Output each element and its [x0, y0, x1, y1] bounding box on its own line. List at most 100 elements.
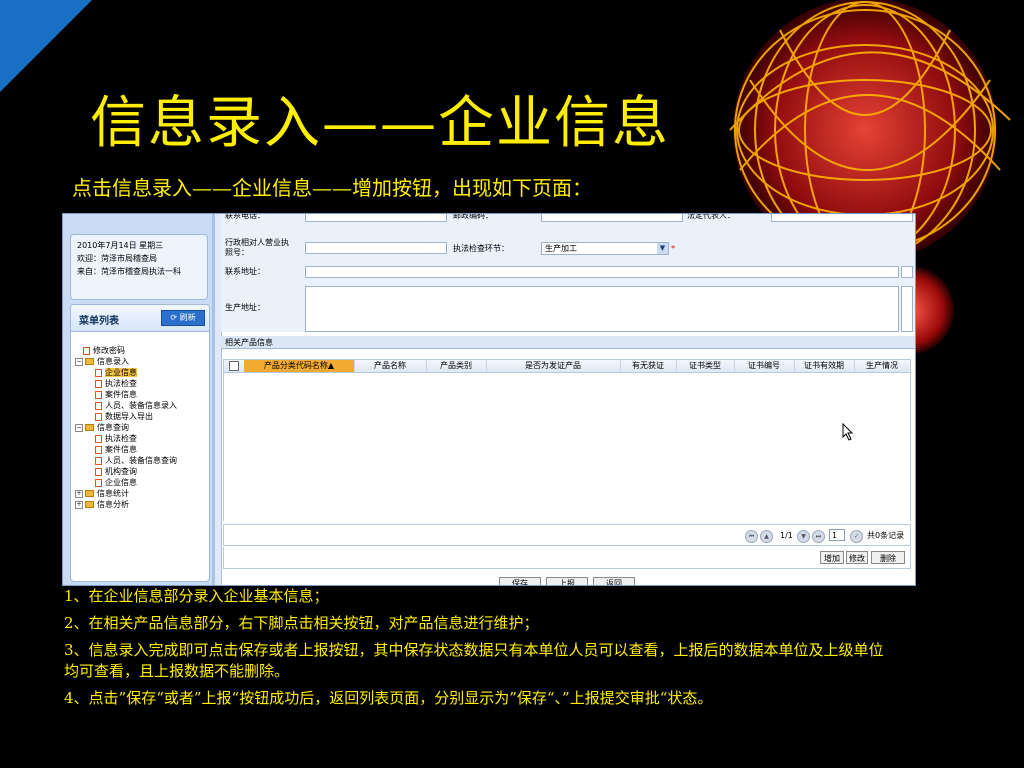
page-icon [95, 434, 102, 443]
page-icon [95, 412, 102, 421]
corner-triangle [0, 0, 92, 92]
col-is-certified[interactable]: 是否为发证产品 [486, 360, 621, 372]
textarea-scrollbar[interactable] [901, 286, 913, 332]
menu-item-statistics[interactable]: + 信息统计 [75, 488, 129, 499]
app-screenshot: 2010年7月14日 星期三 欢迎：菏泽市局稽查局 来自：菏泽市稽查局执法一科 … [62, 213, 916, 586]
collapse-icon: − [75, 423, 83, 432]
collapse-icon: − [75, 357, 83, 366]
production-address-textarea[interactable] [305, 286, 899, 332]
expand-icon: + [75, 500, 83, 509]
page-number-input[interactable]: 1 [829, 529, 845, 541]
edit-product-button[interactable]: 修改 [846, 551, 868, 564]
chevron-down-icon: ▼ [657, 243, 668, 254]
page-icon [83, 346, 90, 355]
product-section-header: 相关产品信息 [221, 336, 915, 349]
col-category-code[interactable]: 产品分类代码名称▲ [244, 360, 355, 372]
phone-label: 联系电话： [225, 213, 265, 220]
refresh-button[interactable]: ⟳ 刷新 [161, 310, 205, 326]
license-label-line2: 照号： [225, 248, 249, 257]
menu-item-analysis[interactable]: + 信息分析 [75, 499, 129, 510]
menu-item-staff-query[interactable]: 人员、装备信息查询 [95, 455, 177, 466]
grid-actions: 增加 修改 删除 [223, 547, 911, 569]
col-product-type[interactable]: 产品类别 [426, 360, 487, 372]
menu-item-case-info[interactable]: 案件信息 [95, 389, 137, 400]
menu-item-staff-entry[interactable]: 人员、装备信息录入 [95, 400, 177, 411]
note-3: 3、信息录入完成即可点击保存或者上报按钮，其中保存状态数据只有本单位人员可以查看… [64, 641, 884, 680]
license-label-line1: 行政相对人营业执 [225, 238, 289, 247]
date-text: 2010年7月14日 星期三 [77, 241, 164, 250]
save-button[interactable]: 保存 [499, 577, 541, 585]
menu-title: 菜单列表 [79, 316, 119, 327]
page-icon [95, 390, 102, 399]
zip-label: 邮政编码： [453, 213, 493, 220]
menu-item-info-query[interactable]: − 信息查询 [75, 422, 129, 433]
inspection-select[interactable]: 生产加工 ▼ [541, 242, 669, 255]
menu-item-inspection[interactable]: 执法检查 [95, 378, 137, 389]
col-cert-number[interactable]: 证书编号 [734, 360, 795, 372]
menu-item-inspection-query[interactable]: 执法检查 [95, 433, 137, 444]
page-icon [95, 379, 102, 388]
first-page-icon[interactable]: ⏮ [745, 530, 758, 543]
note-1: 1、在企业信息部分录入企业基本信息； [64, 587, 329, 605]
welcome-text: 欢迎：菏泽市局稽查局 [77, 254, 157, 263]
menu-header: 菜单列表 ⟳ 刷新 [71, 305, 209, 332]
page-icon [95, 368, 102, 377]
legal-rep-label: 法定代表人： [687, 213, 735, 220]
note-2: 2、在相关产品信息部分，右下脚点击相关按钮，对产品信息进行维护； [64, 614, 539, 632]
back-button[interactable]: 返回 [593, 577, 635, 585]
menu-item-org-query[interactable]: 机构查询 [95, 466, 137, 477]
from-text: 来自：菏泽市稽查局执法一科 [77, 267, 181, 276]
address-scrollbar[interactable] [901, 266, 913, 278]
menu-item-change-password[interactable]: 修改密码 [83, 345, 125, 356]
mouse-cursor-icon [842, 423, 854, 441]
col-product-name[interactable]: 产品名称 [354, 360, 427, 372]
folder-icon [85, 424, 94, 431]
delete-product-button[interactable]: 删除 [871, 551, 905, 564]
menu-panel: 菜单列表 ⟳ 刷新 修改密码 − 信息录入 企业信息 执法检查 案件信息 人员、装… [70, 304, 210, 582]
phone-input[interactable] [305, 214, 447, 222]
refresh-label: 刷新 [179, 313, 196, 322]
menu-item-info-entry[interactable]: − 信息录入 [75, 356, 129, 367]
page-icon [95, 467, 102, 476]
col-production-status[interactable]: 生产情况 [854, 360, 910, 372]
col-has-cert[interactable]: 有无获证 [620, 360, 677, 372]
instruction-notes: 1、在企业信息部分录入企业基本信息； 2、在相关产品信息部分，右下脚点击相关按钮… [64, 586, 884, 715]
legal-rep-input[interactable] [771, 214, 913, 222]
page-icon [95, 401, 102, 410]
page-icon [95, 456, 102, 465]
report-button[interactable]: 上报 [546, 577, 588, 585]
contact-address-label: 联系地址： [225, 267, 265, 276]
license-input[interactable] [305, 242, 447, 254]
menu-item-case-query[interactable]: 案件信息 [95, 444, 137, 455]
production-address-label: 生产地址： [225, 303, 265, 312]
go-page-icon[interactable]: ✓ [850, 530, 863, 543]
prev-page-icon[interactable]: ▲ [760, 530, 773, 543]
menu-item-enterprise-query[interactable]: 企业信息 [95, 477, 137, 488]
inspection-label: 执法检查环节： [453, 244, 509, 253]
note-4: 4、点击”保存“或者”上报“按钮成功后，返回列表页面，分别显示为”保存“、”上报… [64, 689, 713, 707]
enterprise-form: 联系电话： 邮政编码： 法定代表人： 行政相对人营业执 照号： 执法检查环节： … [221, 213, 915, 334]
zip-input[interactable] [541, 214, 683, 222]
next-page-icon[interactable]: ▼ [797, 530, 810, 543]
required-mark: * [671, 244, 675, 253]
page-icon [95, 445, 102, 454]
menu-item-enterprise-info[interactable]: 企业信息 [95, 367, 137, 378]
contact-address-input[interactable] [305, 266, 899, 278]
page-icon [95, 478, 102, 487]
select-all-cell [224, 360, 245, 372]
refresh-icon: ⟳ [170, 313, 178, 322]
left-pane: 2010年7月14日 星期三 欢迎：菏泽市局稽查局 来自：菏泽市稽查局执法一科 … [63, 214, 215, 585]
product-grid-header: 产品分类代码名称▲ 产品名称 产品类别 是否为发证产品 有无获证 证书类型 证书… [223, 359, 911, 373]
add-product-button[interactable]: 增加 [820, 551, 844, 564]
select-all-checkbox[interactable] [229, 360, 239, 371]
page-info: 1/1 [780, 531, 793, 540]
folder-icon [85, 358, 94, 365]
col-cert-validity[interactable]: 证书有效期 [794, 360, 855, 372]
slide-subtitle: 点击信息录入——企业信息——增加按钮，出现如下页面： [72, 176, 592, 200]
last-page-icon[interactable]: ⏭ [812, 530, 825, 543]
user-info-box: 2010年7月14日 星期三 欢迎：菏泽市局稽查局 来自：菏泽市稽查局执法一科 [70, 234, 208, 300]
grid-pager: ⏮ ▲ 1/1 ▼ ⏭ 1 ✓ 共0条记录 [223, 524, 911, 546]
folder-icon [85, 490, 94, 497]
col-cert-type[interactable]: 证书类型 [676, 360, 735, 372]
menu-item-data-import[interactable]: 数据导入导出 [95, 411, 153, 422]
